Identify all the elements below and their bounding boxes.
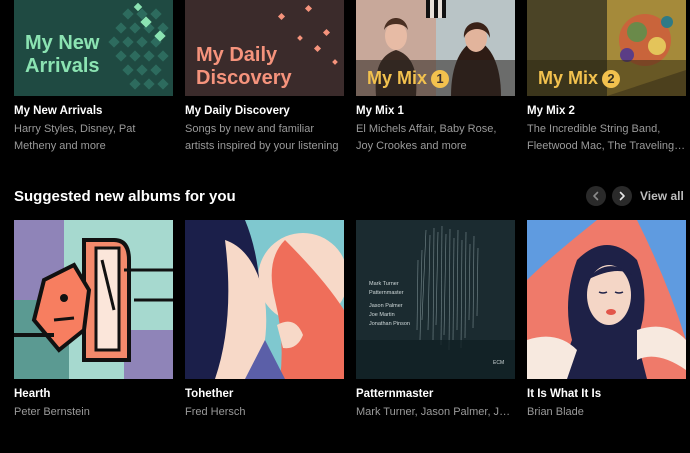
mix-cover-title: My New Arrivals <box>25 32 100 77</box>
album-card-it-is-what-it-is[interactable]: It Is What It Is Brian Blade <box>527 220 686 430</box>
album-cover-it-is-what-it-is[interactable] <box>527 220 686 379</box>
mix-card-new-arrivals[interactable]: My New Arrivals My New Arrivals Harry St… <box>14 0 173 160</box>
album-artist[interactable]: Mark Turner, Jason Palmer, Joe Martin, J… <box>356 404 515 421</box>
album-card-patternmaster[interactable]: Mark Turner Patternmaster Jason Palmer J… <box>356 220 515 430</box>
chevron-right-icon <box>619 191 625 201</box>
mix-cover-my-mix-2[interactable]: My Mix 2 <box>527 0 686 96</box>
mix-title[interactable]: My Daily Discovery <box>185 105 344 117</box>
carousel-prev-button[interactable] <box>586 186 606 206</box>
album-title[interactable]: It Is What It Is <box>527 388 686 400</box>
illustrated-faces-art <box>185 220 344 379</box>
illustrated-portrait-art <box>527 220 686 379</box>
mix-title[interactable]: My Mix 1 <box>356 105 515 117</box>
album-title[interactable]: Tohether <box>185 388 344 400</box>
mix-title[interactable]: My New Arrivals <box>14 105 173 117</box>
mix-cover-title: My Daily Discovery <box>196 44 292 89</box>
mix-cover-title: My Mix 2 <box>538 67 621 90</box>
album-cover-patternmaster[interactable]: Mark Turner Patternmaster Jason Palmer J… <box>356 220 515 379</box>
view-all-link[interactable]: View all <box>640 189 684 203</box>
mix-card-daily-discovery[interactable]: My Daily Discovery My Daily Discovery So… <box>185 0 344 160</box>
abstract-portrait-art <box>14 220 173 379</box>
mix-cover-title: My Mix 1 <box>367 67 450 90</box>
mix-number-badge: 1 <box>431 69 450 88</box>
mix-subtitle: Harry Styles, Disney, Pat Metheny and mo… <box>14 123 136 152</box>
mix-cover-daily-discovery[interactable]: My Daily Discovery <box>185 0 344 96</box>
album-title[interactable]: Hearth <box>14 388 173 400</box>
album-card-tohether[interactable]: Tohether Fred Hersch <box>185 220 344 430</box>
mix-number-badge: 2 <box>602 69 621 88</box>
mix-subtitle: Songs by new and familiar artists inspir… <box>185 123 339 152</box>
album-cover-credits: Mark Turner Patternmaster Jason Palmer J… <box>369 281 410 327</box>
album-cover-tohether[interactable] <box>185 220 344 379</box>
album-artist[interactable]: Peter Bernstein <box>14 404 173 421</box>
label-logo: ECM <box>493 360 505 366</box>
album-card-hearth[interactable]: Hearth Peter Bernstein <box>14 220 173 430</box>
album-title[interactable]: Patternmaster <box>356 388 515 400</box>
section-heading: Suggested new albums for you <box>14 188 236 205</box>
mix-subtitle: The Incredible String Band, Fleetwood Ma… <box>527 123 675 152</box>
album-artist[interactable]: Fred Hersch <box>185 404 344 421</box>
carousel-next-button[interactable] <box>612 186 632 206</box>
chevron-left-icon <box>593 191 599 201</box>
mix-cover-new-arrivals[interactable]: My New Arrivals <box>14 0 173 96</box>
mix-card-my-mix-1[interactable]: My Mix 1 My Mix 1 El Michels Affair, Bab… <box>356 0 515 160</box>
album-cover-hearth[interactable] <box>14 220 173 379</box>
mix-subtitle: El Michels Affair, Baby Rose, Joy Crooke… <box>356 123 497 152</box>
mix-title[interactable]: My Mix 2 <box>527 105 686 117</box>
album-artist[interactable]: Brian Blade <box>527 404 686 421</box>
mix-card-my-mix-2[interactable]: My Mix 2 My Mix 2 The Incredible String … <box>527 0 686 160</box>
mix-cover-my-mix-1[interactable]: My Mix 1 <box>356 0 515 96</box>
